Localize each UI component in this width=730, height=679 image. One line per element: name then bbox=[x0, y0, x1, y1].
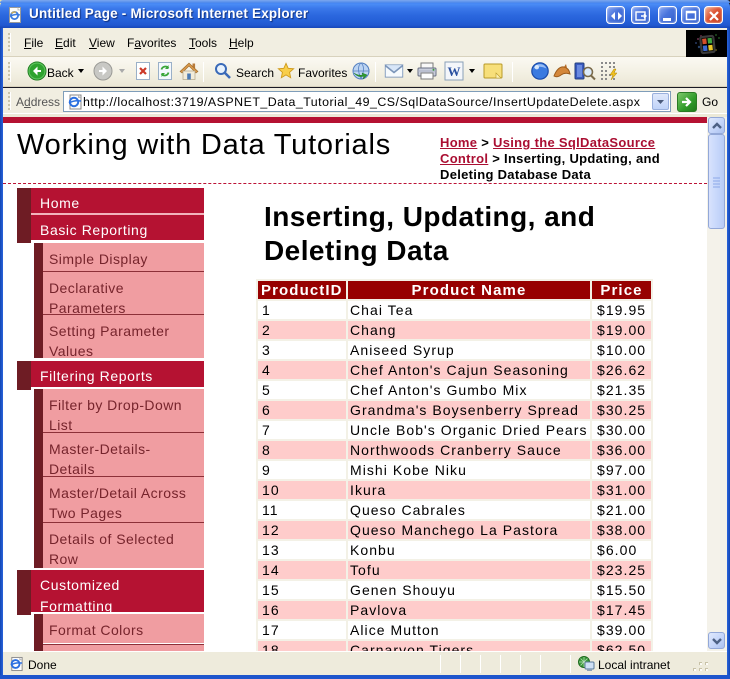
svg-text:W: W bbox=[448, 64, 461, 79]
